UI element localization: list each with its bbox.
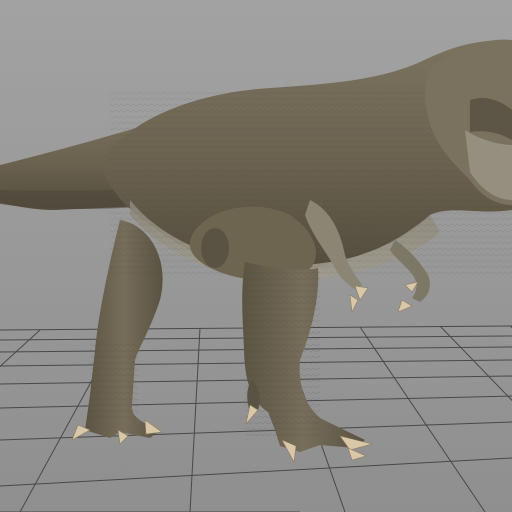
viewport-canvas bbox=[0, 0, 512, 512]
3d-viewport[interactable] bbox=[0, 0, 512, 512]
